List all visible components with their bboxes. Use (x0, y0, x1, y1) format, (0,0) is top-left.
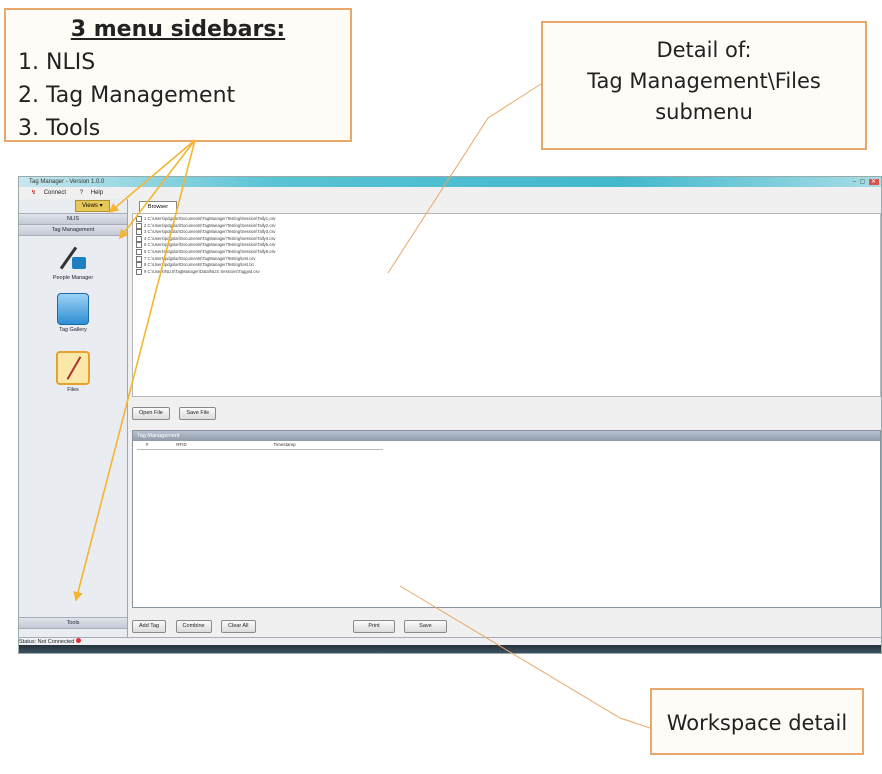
list-item[interactable]: 5 C:\Users\pdgolar\Documents\TagManager\… (136, 242, 877, 249)
tag-panel-header: Tag Management (133, 431, 880, 441)
sidebar: Views ▾ NLIS Tag Management People Manag… (19, 199, 128, 637)
checkbox[interactable] (136, 216, 142, 222)
tab-browser[interactable]: Browser (139, 201, 177, 213)
files-detail-line3: submenu (655, 100, 753, 124)
sidebar-item-files[interactable]: Files (37, 351, 109, 393)
sidebars-callout: 3 menu sidebars: NLIS Tag Management Too… (4, 8, 352, 142)
column-header[interactable]: Timestamp (274, 441, 364, 449)
checkbox[interactable] (136, 229, 142, 236)
window-title: Tag Manager - Version 1.0.0 (29, 179, 105, 185)
status-icon (76, 638, 82, 643)
combine-button[interactable]: Combine (175, 620, 212, 633)
sidebars-callout-title: 3 menu sidebars: (70, 17, 286, 42)
tag-buttons: Add Tag Combine Clear All Print Save (132, 614, 881, 633)
tag-panel: Tag Management # RFID Timestamp (132, 430, 881, 608)
app-window: Tag Manager - Version 1.0.0 – ▢ ✕ ↯ Conn… (18, 176, 882, 654)
checkbox[interactable] (136, 255, 142, 262)
checkbox[interactable] (136, 249, 142, 256)
list-item[interactable]: 6 C:\Users\pdgolar\Documents\TagManager\… (136, 249, 877, 256)
list-item[interactable]: 7 C:\Users\pdgolar\Documents\TagManager\… (136, 255, 877, 263)
sidebars-list-item: Tag Management (46, 79, 336, 112)
list-item[interactable]: 1 C:\Users\pdgolar\Documents\TagManager\… (136, 216, 877, 223)
sidebars-list: NLIS Tag Management Tools (20, 46, 336, 145)
list-item[interactable]: 4 C:\Users\pdgolar\Documents\TagManager\… (136, 235, 877, 243)
list-item[interactable]: 3 C:\Users\pdgolar\Documents\TagManager\… (136, 229, 877, 236)
help-icon: ? (79, 190, 84, 196)
files-detail-line2: Tag Management\Files (587, 69, 821, 93)
save-file-button[interactable]: Save File (179, 407, 217, 420)
sidebar-item-people-manager[interactable]: People Manager (37, 243, 109, 281)
list-item[interactable]: 9 C:\Users\NLIS\TagManager\Data\NLIS Ses… (136, 268, 877, 276)
sidebar-item-label: People Manager (52, 275, 94, 281)
people-manager-icon (58, 243, 88, 273)
column-header[interactable]: # (137, 441, 157, 449)
title-bar: Tag Manager - Version 1.0.0 – ▢ ✕ (19, 177, 881, 187)
files-detail-line1: Detail of: (656, 38, 752, 62)
sidebars-list-item: Tools (46, 112, 336, 145)
close-icon[interactable]: ✕ (868, 179, 879, 185)
plug-icon: ↯ (31, 190, 37, 196)
print-button[interactable]: Print (353, 620, 395, 633)
tag-table-header: # RFID Timestamp (137, 441, 383, 450)
sidebars-list-item: NLIS (46, 46, 336, 79)
menu-help[interactable]: ? Help (74, 190, 103, 196)
save-button[interactable]: Save (404, 620, 447, 633)
checkbox[interactable] (136, 268, 142, 275)
add-tag-button[interactable]: Add Tag (132, 620, 167, 633)
sidebar-item-label: Tag Gallery (59, 327, 87, 333)
checkbox[interactable] (136, 235, 142, 242)
views-dropdown[interactable]: Views ▾ (75, 200, 110, 212)
open-file-button[interactable]: Open File (132, 407, 170, 420)
list-item[interactable]: 8 C:\Users\pdgolar\Documents\TagManager\… (136, 262, 877, 269)
sidebar-item-tag-gallery[interactable]: Tag Gallery (37, 293, 109, 333)
tab-bar: Browser (131, 199, 881, 213)
workspace-callout-text: Workspace detail (666, 711, 848, 735)
sidebar-header-tools[interactable]: Tools (19, 617, 127, 629)
checkbox[interactable] (136, 222, 142, 229)
gallery-icon (57, 293, 89, 325)
sidebar-header-tag-management[interactable]: Tag Management (19, 224, 127, 236)
file-buttons: Open File Save File (132, 401, 221, 420)
taskbar (19, 645, 881, 653)
files-icon (56, 351, 90, 385)
checkbox[interactable] (136, 262, 142, 269)
file-list[interactable]: 1 C:\Users\pdgolar\Documents\TagManager\… (132, 213, 881, 397)
checkbox[interactable] (136, 242, 142, 249)
sidebar-item-label: Files (67, 387, 79, 393)
workspace-callout: Workspace detail (650, 688, 864, 755)
column-header[interactable]: RFID (158, 441, 272, 449)
window-controls[interactable]: – ▢ ✕ (853, 178, 879, 185)
menu-bar: ↯ Connect ? Help (19, 187, 881, 199)
menu-connect[interactable]: ↯ Connect (25, 190, 66, 196)
files-detail-callout: Detail of: Tag Management\Files submenu (541, 21, 867, 150)
list-item[interactable]: 2 C:\Users\pdgolar\Documents\TagManager\… (136, 222, 877, 230)
clear-all-button[interactable]: Clear All (221, 620, 256, 633)
